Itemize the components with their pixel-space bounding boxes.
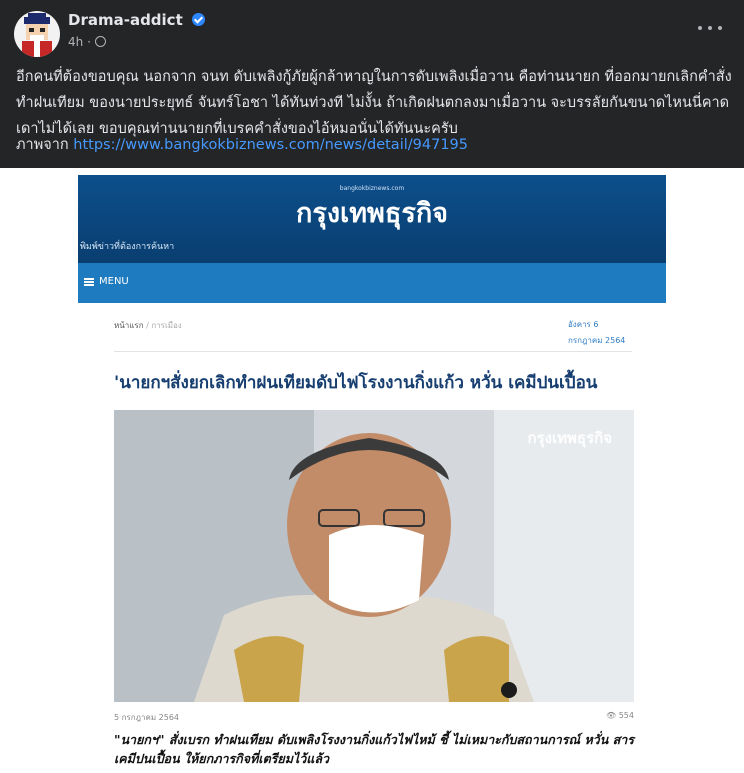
breadcrumb: หน้าแรก / การเมือง <box>114 319 182 332</box>
article-headline: 'นายกฯสั่งยกเลิกทำฝนเทียมดับไฟโรงงานกิ่ง… <box>114 373 598 393</box>
source-link[interactable]: https://www.bangkokbiznews.com/news/deta… <box>73 137 468 153</box>
post-image[interactable]: bangkokbiznews.com กรุงเทพธุรกิจ พิมพ์ข่… <box>0 168 744 773</box>
more-options-button[interactable] <box>696 18 724 38</box>
publish-date-month: กรกฎาคม 2564 <box>568 336 626 345</box>
post-text: อีกคนที่ต้องขอบคุณ นอกจาก จนท ดับเพลิงกู… <box>16 69 732 137</box>
eye-icon: 👁 <box>606 711 617 720</box>
site-logo: กรุงเทพธุรกิจ <box>295 198 448 229</box>
publish-date: อังคาร 6 กรกฎาคม 2564 <box>568 317 628 349</box>
meta-dot: · <box>87 35 95 49</box>
page-avatar[interactable] <box>14 11 60 57</box>
post-header: Drama-addict 4h · <box>0 0 744 62</box>
article-photo: กรุงเทพธุรกิจ <box>114 410 634 702</box>
site-menu-bar: MENU <box>78 263 666 303</box>
divider <box>114 351 632 352</box>
publish-date-day: อังคาร 6 <box>568 320 599 329</box>
photo-illustration <box>114 410 634 702</box>
verified-badge-icon <box>191 13 205 26</box>
breadcrumb-section: การเมือง <box>151 321 182 330</box>
globe-icon <box>94 36 106 47</box>
source-prefix: ภาพจาก <box>16 137 69 153</box>
menu-label: MENU <box>99 276 129 287</box>
article-summary: "นายกฯ" สั่งเบรก ทำฝนเทียม ดับเพลิงโรงงา… <box>114 732 634 766</box>
site-header: bangkokbiznews.com กรุงเทพธุรกิจ พิมพ์ข่… <box>78 175 666 263</box>
view-count: 👁 554 <box>606 711 634 720</box>
site-search-text: พิมพ์ข่าวที่ต้องการค้นหา <box>80 242 175 252</box>
post-meta: 4h · <box>68 35 106 49</box>
post-source: ภาพจาก https://www.bangkokbiznews.com/ne… <box>16 134 468 156</box>
author-name[interactable]: Drama-addict <box>68 11 205 29</box>
view-count-value: 554 <box>618 711 634 720</box>
author-name-text[interactable]: Drama-addict <box>68 11 183 29</box>
post-time[interactable]: 4h <box>68 35 83 49</box>
hamburger-icon <box>84 278 94 286</box>
article-body: หน้าแรก / การเมือง อังคาร 6 กรกฎาคม 2564… <box>78 303 666 773</box>
breadcrumb-home: หน้าแรก <box>114 321 144 330</box>
more-dot-icon <box>698 26 702 30</box>
photo-watermark: กรุงเทพธุรกิจ <box>527 429 612 447</box>
more-dot-icon <box>708 26 712 30</box>
more-dot-icon <box>718 26 722 30</box>
caption-date: 5 กรกฎาคม 2564 <box>114 713 180 722</box>
